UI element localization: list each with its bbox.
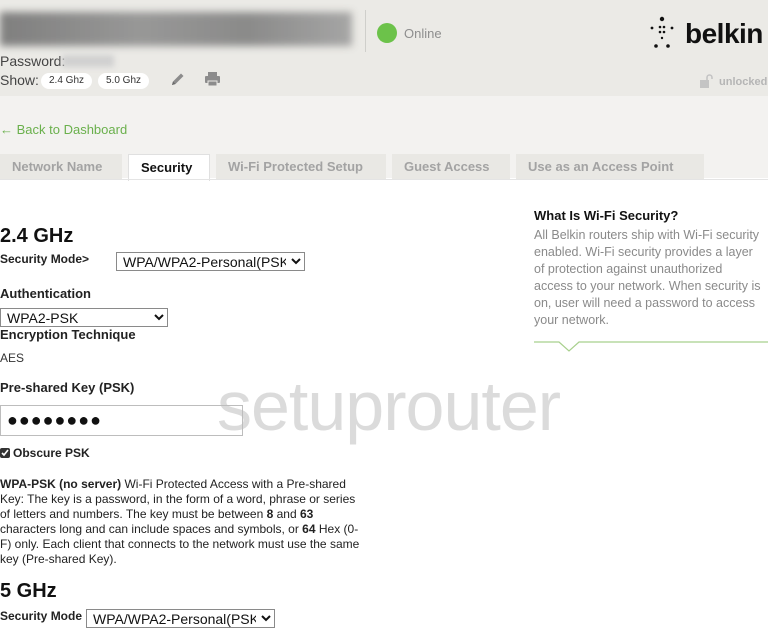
authentication-select[interactable]: WPA2-PSK [0,308,168,327]
side-panel-title: What Is Wi-Fi Security? [534,208,679,223]
obscure-psk-checkbox[interactable] [0,448,10,458]
status-label: Online [404,26,442,41]
tab-wifi-protected-setup[interactable]: Wi-Fi Protected Setup [216,154,386,180]
side-panel-divider [534,341,768,352]
security-mode-24-label: Security Mode> [0,252,90,266]
password-label: Password: [0,53,66,69]
header: Online Password: Show: 2.4 Ghz 5.0 Ghz b… [0,0,768,96]
security-mode-24-select[interactable]: WPA/WPA2-Personal(PSK) [116,252,305,271]
show-5ghz-button[interactable]: 5.0 Ghz [98,73,150,89]
obscure-psk-checkbox-label[interactable]: Obscure PSK [0,446,90,460]
belkin-logo-text: belkin [685,18,763,49]
tab-security[interactable]: Security [128,154,210,181]
back-to-dashboard-link[interactable]: ← Back to Dashboard [0,122,127,137]
password-value-blurred [62,55,114,67]
tab-guest-access[interactable]: Guest Access [392,154,510,180]
encryption-technique-value: AES [0,351,25,365]
tab-network-name[interactable]: Network Name [0,154,122,180]
unlocked-padlock-icon [700,74,713,88]
tab-divider [0,179,768,180]
show-label: Show: [0,72,39,88]
header-divider [365,10,366,52]
encryption-technique-label: Encryption Technique [0,327,136,342]
psk-description-and: and [273,507,300,521]
security-mode-5-select[interactable]: WPA/WPA2-Personal(PSK) [86,609,275,628]
printer-icon[interactable] [204,71,221,87]
page: Online Password: Show: 2.4 Ghz 5.0 Ghz b… [0,0,768,634]
band-5ghz-title: 5 GHz [0,580,57,602]
security-mode-5-label: Security Mode [0,609,83,623]
side-panel-body: All Belkin routers ship with Wi-Fi secur… [534,228,761,327]
watermark: setuprouter [217,367,561,445]
tab-access-point[interactable]: Use as an Access Point [516,154,704,180]
psk-max-length: 63 [299,507,314,521]
psk-description-lead: WPA-PSK (no server) [0,477,122,491]
online-status-icon [377,23,397,43]
psk-description: WPA-PSK (no server) Wi-Fi Protected Acce… [0,477,360,567]
pencil-icon[interactable] [170,71,186,87]
lock-status-label: unlocked [719,76,768,88]
band-24ghz-title: 2.4 GHz [0,225,74,247]
psk-hex-length: 64 [302,522,316,536]
psk-input[interactable] [0,405,243,436]
psk-label: Pre-shared Key (PSK) [0,380,135,395]
obscure-psk-text: Obscure PSK [13,446,90,460]
network-name-blurred [0,12,352,46]
settings-tabs: Network Name Security Wi-Fi Protected Se… [0,154,710,181]
show-24ghz-button[interactable]: 2.4 Ghz [41,73,93,89]
psk-description-text2: characters long and can include spaces a… [0,522,303,536]
authentication-label: Authentication [0,286,91,301]
